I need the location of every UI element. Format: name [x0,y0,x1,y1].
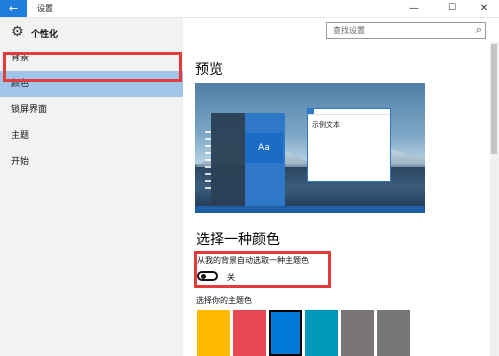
sidebar-item-start[interactable]: 开始 [0,149,183,175]
auto-pick-label: 从我的背景自动选取一种主题色 [197,256,309,265]
toggle-knob [201,274,206,279]
sidebar-item-themes[interactable]: 主题 [0,123,183,149]
sidebar-item-lock-screen[interactable]: 锁屏界面 [0,97,183,123]
search-icon[interactable]: ⌕ [476,23,482,37]
toggle-state-label: 关 [227,273,235,282]
sample-window-accent [308,109,314,114]
color-swatch[interactable] [377,310,410,356]
palette-label: 选择你的主题色 [196,296,252,305]
preview-image: Aa 示例文本 [195,83,425,213]
preview-taskbar [195,206,425,213]
auto-pick-toggle[interactable] [197,271,218,281]
preview-title: 预览 [195,62,223,78]
start-menu-panel [211,113,245,213]
selected-item-highlight-frame [3,52,182,82]
start-menu-list [205,131,211,191]
sample-tile: Aa [245,133,283,163]
search-box[interactable]: 查找设置 ⌕ [326,22,486,39]
window-title: 设置 [37,4,53,13]
sample-window: 示例文本 [307,108,391,182]
color-swatch[interactable] [341,310,374,356]
color-swatch[interactable] [269,310,302,356]
color-section-title: 选择一种颜色 [196,232,280,248]
back-button[interactable]: ← [0,0,27,17]
start-menu-tiles [245,113,285,213]
sample-window-titlebar [308,109,390,115]
search-input[interactable]: 查找设置 [333,25,365,36]
maximize-button[interactable]: ☐ [438,0,466,17]
color-swatch[interactable] [233,310,266,356]
sidebar-title: 个性化 [31,30,59,40]
scrollbar-thumb[interactable] [491,44,497,154]
back-arrow-icon: ← [8,2,19,15]
minimize-button[interactable]: — [400,0,428,17]
title-bar: ← 设置 — ☐ ✕ [0,0,499,18]
color-swatch[interactable] [305,310,338,356]
color-swatch[interactable] [197,310,230,356]
close-button[interactable]: ✕ [470,0,498,17]
sample-window-text: 示例文本 [312,121,340,129]
gear-icon: ⚙ [11,24,24,40]
